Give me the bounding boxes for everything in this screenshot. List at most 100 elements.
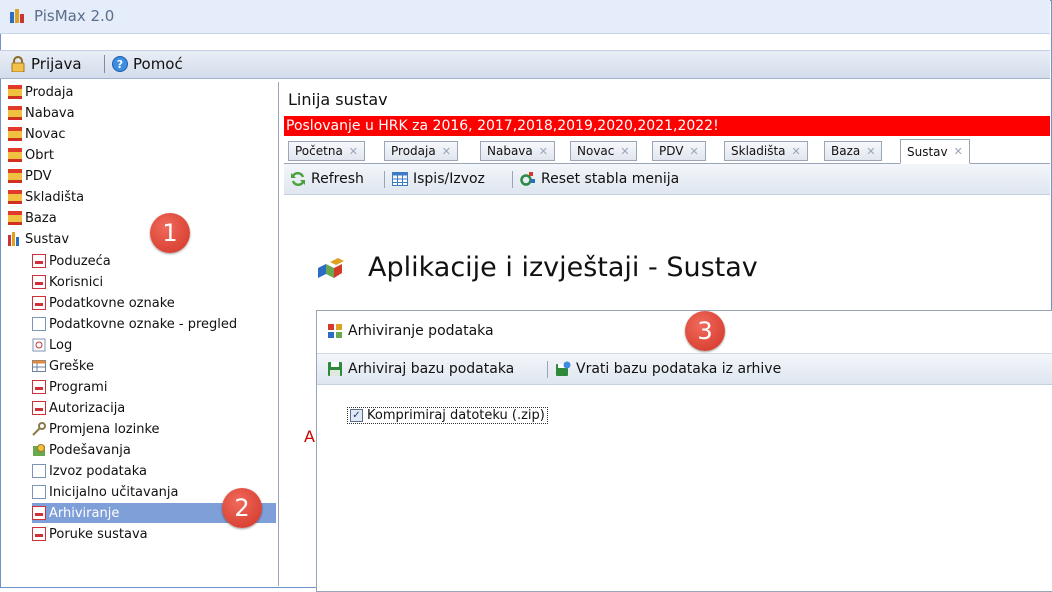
window-title: PisMax 2.0 [34, 7, 115, 25]
tree-item-label: Skladišta [25, 189, 85, 205]
tab-nabava[interactable]: Nabava ✕ [480, 141, 555, 161]
archive-app-icon [328, 324, 342, 338]
archive-database-label: Arhiviraj bazu podataka [348, 361, 515, 377]
toolbar-separator [384, 171, 385, 188]
table-icon [392, 172, 408, 186]
navigation-tree: Prodaja Nabava Novac Obrt PDV Skladišta … [6, 82, 279, 586]
tree-item-label: Baza [25, 210, 57, 226]
tab-label: Skladišta [731, 144, 786, 158]
toolbar-separator [512, 171, 513, 188]
tree-item-label: Podešavanja [49, 442, 131, 458]
tree-item-label: Izvoz podataka [49, 463, 148, 479]
tree-item-pdv[interactable]: PDV [8, 166, 52, 186]
close-icon[interactable]: ✕ [866, 145, 875, 158]
tree-item-izvoz-podataka[interactable]: Izvoz podataka [32, 461, 147, 481]
compress-label: Komprimiraj datoteku (.zip) [367, 408, 545, 423]
tree-item-label: Poruke sustava [49, 526, 148, 542]
archive-dialog: Arhiviranje podataka 3 Arhiviraj bazu po… [316, 310, 1052, 592]
document-icon [32, 401, 46, 415]
toolbar-separator [547, 361, 548, 378]
tree-item-poruke-sustava[interactable]: Poruke sustava [32, 524, 148, 544]
tree-item-prodaja[interactable]: Prodaja [8, 82, 73, 102]
checkbox-check-icon[interactable]: ✓ [350, 409, 363, 422]
tree-item-skladista[interactable]: Skladišta [8, 187, 84, 207]
table-icon [32, 360, 46, 372]
tab-sustav[interactable]: Sustav ✕ [900, 139, 970, 164]
tree-item-label: Nabava [25, 105, 75, 121]
document-icon [32, 527, 46, 541]
close-icon[interactable]: ✕ [349, 145, 358, 158]
compress-checkbox[interactable]: ✓ Komprimiraj datoteku (.zip) [347, 407, 548, 424]
tree-item-promjena-lozinke[interactable]: Promjena lozinke [32, 419, 160, 439]
document-icon [32, 254, 46, 268]
document-icon [32, 275, 46, 289]
login-menu[interactable]: Prijava [10, 54, 82, 74]
tab-prodaja[interactable]: Prodaja ✕ [384, 141, 458, 161]
reset-tree-label: Reset stabla menija [541, 171, 680, 187]
tree-item-sustav[interactable]: Sustav [8, 229, 69, 249]
tab-label: PDV [659, 144, 684, 158]
tree-item-label: Prodaja [25, 84, 74, 100]
menu-separator [104, 55, 105, 73]
blank-page-icon [32, 464, 46, 478]
help-icon: ? [112, 56, 128, 72]
close-icon[interactable]: ✕ [689, 145, 698, 158]
tree-item-label: Autorizacija [49, 400, 126, 416]
tree-item-poduzeca[interactable]: Poduzeća [32, 251, 111, 271]
reset-tree-button[interactable]: Reset stabla menija [520, 168, 679, 190]
panel-title: Linija sustav [288, 90, 388, 109]
tab-skladista[interactable]: Skladišta ✕ [724, 141, 808, 161]
folder-icon [8, 190, 22, 204]
close-icon[interactable]: ✕ [442, 145, 451, 158]
notice-banner: Poslovanje u HRK za 2016, 2017,2018,2019… [284, 116, 1050, 136]
dialog-toolbar: Arhiviraj bazu podataka Vrati bazu podat… [317, 353, 1052, 385]
tree-item-korisnici[interactable]: Korisnici [32, 272, 103, 292]
tree-item-programi[interactable]: Programi [32, 377, 107, 397]
tree-item-podatkovne-oznake-pregled[interactable]: Podatkovne oznake - pregled [32, 314, 237, 334]
background-text-fragment: A [304, 427, 315, 446]
tree-item-podatkovne-oznake[interactable]: Podatkovne oznake [32, 293, 175, 313]
tree-item-label: Arhiviranje [49, 505, 120, 521]
tree-item-podesavanja[interactable]: Podešavanja [32, 440, 131, 460]
close-icon[interactable]: ✕ [539, 145, 548, 158]
tree-item-nabava[interactable]: Nabava [8, 103, 75, 123]
close-icon[interactable]: ✕ [792, 145, 801, 158]
print-export-button[interactable]: Ispis/Izvoz [392, 168, 485, 190]
blank-page-icon [32, 317, 46, 331]
tab-pdv[interactable]: PDV ✕ [652, 141, 706, 161]
tab-baza[interactable]: Baza ✕ [824, 141, 883, 161]
close-icon[interactable]: ✕ [954, 145, 963, 158]
tree-item-label: Novac [25, 126, 66, 142]
archive-database-button[interactable]: Arhiviraj bazu podataka [327, 358, 514, 380]
refresh-button[interactable]: Refresh [290, 168, 364, 190]
sustav-chart-icon [8, 232, 19, 246]
tree-item-label: Inicijalno učitavanja [49, 484, 179, 500]
tree-item-label: Podatkovne oznake [49, 295, 175, 311]
save-icon [328, 362, 342, 376]
reset-icon [520, 172, 535, 186]
document-icon [32, 506, 46, 520]
close-icon[interactable]: ✕ [620, 145, 629, 158]
help-menu[interactable]: ? Pomoć [112, 54, 183, 74]
tree-item-label: Greške [49, 358, 94, 374]
svg-text:?: ? [117, 58, 123, 71]
tree-item-label: Log [49, 337, 73, 353]
app-logo-icon [10, 9, 24, 23]
tab-label: Prodaja [391, 144, 436, 158]
tree-item-greske[interactable]: Greške [32, 356, 94, 376]
restore-icon [556, 361, 571, 376]
tree-item-autorizacija[interactable]: Autorizacija [32, 398, 125, 418]
tree-item-log[interactable]: Log [32, 335, 72, 355]
tab-pocetna[interactable]: Početna ✕ [288, 141, 366, 161]
refresh-label: Refresh [311, 171, 364, 187]
tree-item-novac[interactable]: Novac [8, 124, 66, 144]
dialog-title: Arhiviranje podataka [327, 323, 494, 339]
tab-novac[interactable]: Novac ✕ [570, 141, 637, 161]
tree-item-baza[interactable]: Baza [8, 208, 57, 228]
annotation-badge-1: 1 [150, 213, 190, 253]
restore-database-button[interactable]: Vrati bazu podataka iz arhive [555, 358, 781, 380]
tree-item-inicijalno-ucitavanja[interactable]: Inicijalno učitavanja [32, 482, 179, 502]
tree-item-label: Promjena lozinke [49, 421, 160, 437]
log-icon [32, 338, 46, 352]
tree-item-obrt[interactable]: Obrt [8, 145, 54, 165]
